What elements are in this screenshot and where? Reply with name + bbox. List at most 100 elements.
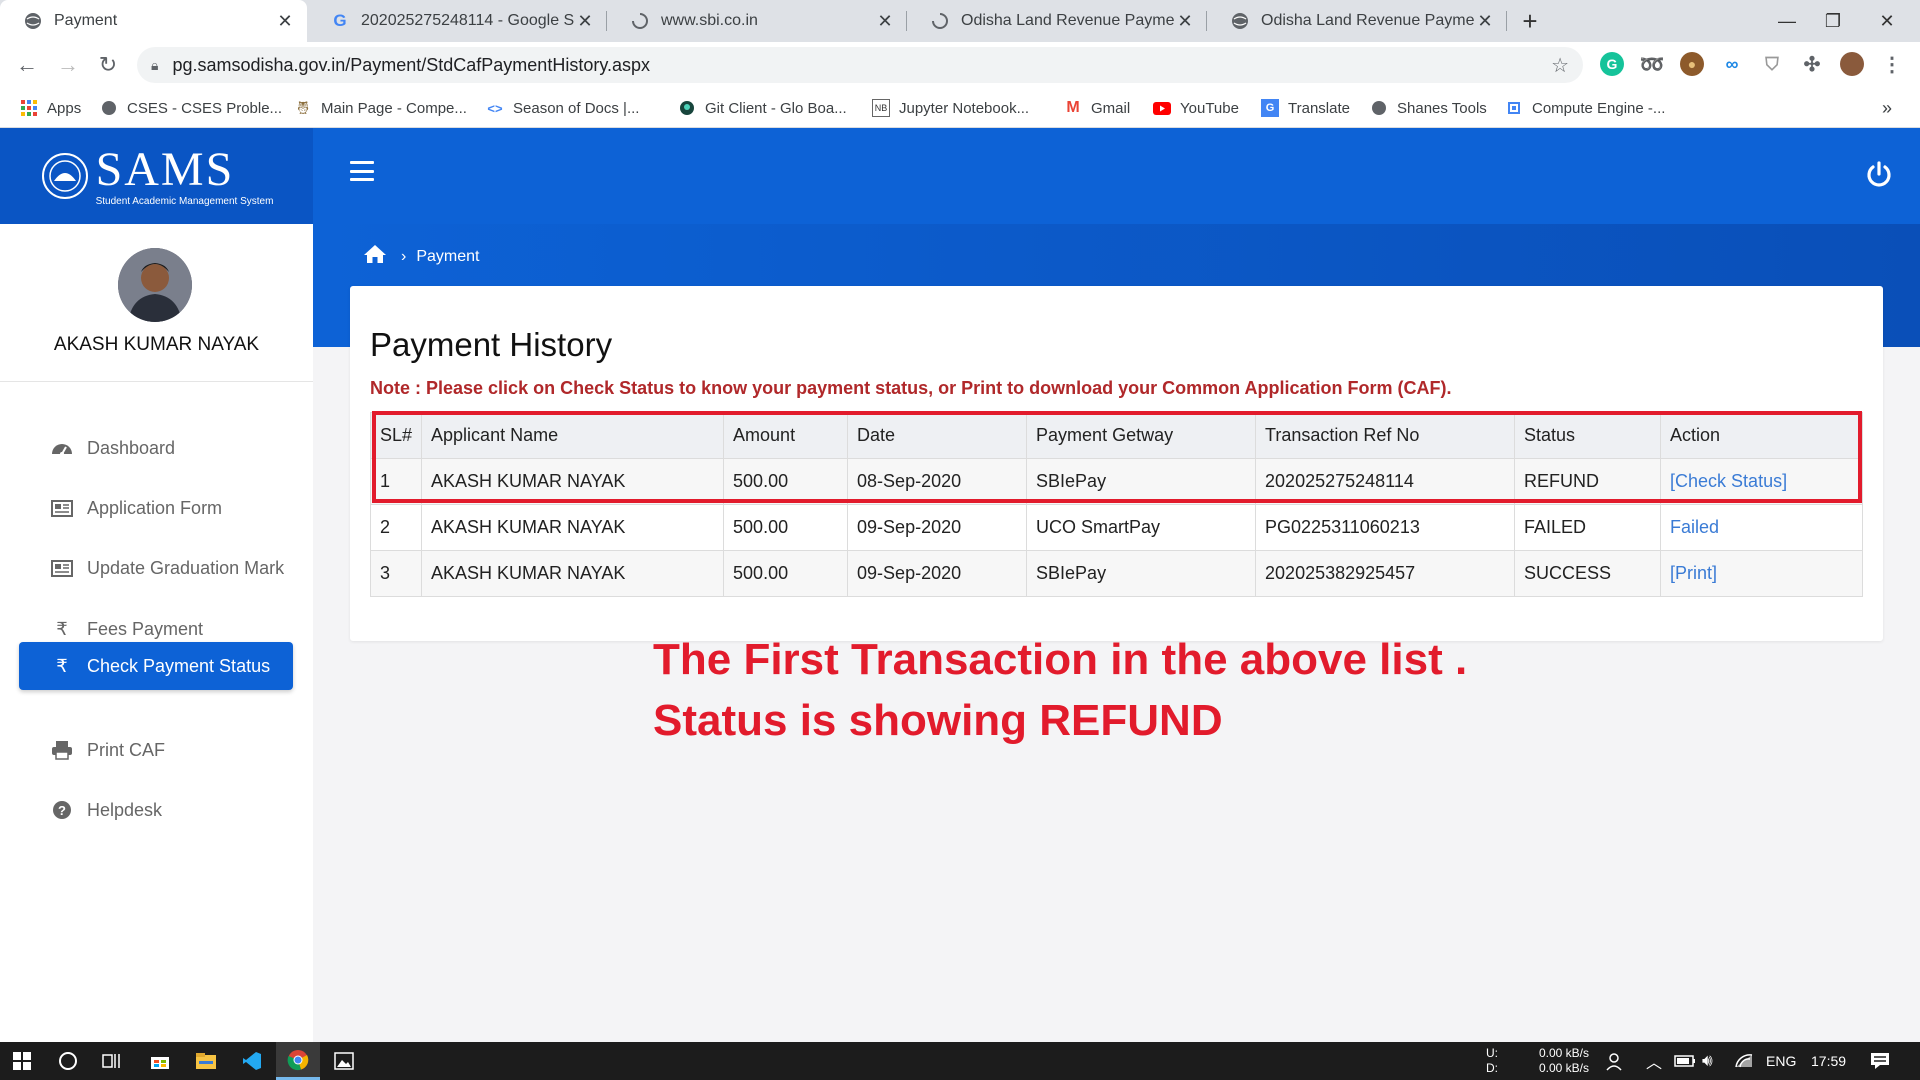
task-view-icon[interactable]: [90, 1042, 134, 1080]
reload-button[interactable]: ↻: [93, 50, 123, 80]
bookmark-label: Gmail: [1091, 99, 1131, 117]
file-explorer-icon[interactable]: [184, 1042, 228, 1080]
minimize-button[interactable]: —: [1762, 0, 1812, 42]
globe-icon: [24, 12, 42, 30]
table-row: 2 AKASH KUMAR NAYAK 500.00 09-Sep-2020 U…: [369, 504, 1863, 551]
dashboard-icon: [51, 437, 73, 459]
column-header-transaction-ref: Transaction Ref No: [1255, 412, 1516, 459]
close-tab-icon[interactable]: ✕: [875, 11, 895, 32]
url-field[interactable]: 🔒︎ pg.samsodisha.gov.in/Payment/StdCafPa…: [137, 47, 1583, 83]
battery-icon[interactable]: [1674, 1042, 1696, 1080]
new-tab-button[interactable]: +: [1505, 0, 1555, 42]
address-toolbar: ← → ↻ 🔒︎ pg.samsodisha.gov.in/Payment/St…: [0, 42, 1920, 88]
tab-payment[interactable]: Payment ✕: [0, 0, 307, 42]
grammarly-icon[interactable]: G: [1600, 52, 1624, 76]
close-tab-icon[interactable]: ✕: [575, 11, 595, 32]
bookmark-git-client[interactable]: Git Client - Glo Boa...: [678, 88, 847, 128]
column-header-applicant-name: Applicant Name: [421, 412, 725, 459]
bookmark-cses[interactable]: CSES - CSES Proble...: [100, 88, 282, 128]
close-window-button[interactable]: ✕: [1862, 0, 1912, 42]
bookmark-label: Compute Engine -...: [1532, 99, 1666, 117]
sams-logo[interactable]: SAMS Student Academic Management System: [0, 128, 313, 224]
close-tab-icon[interactable]: ✕: [275, 11, 295, 32]
profile-avatar[interactable]: [1840, 52, 1864, 76]
cell-applicant-name: AKASH KUMAR NAYAK: [421, 458, 725, 505]
bookmark-label: YouTube: [1180, 99, 1239, 117]
shield-icon[interactable]: ⛉: [1760, 52, 1784, 76]
bookmark-main-page[interactable]: 🦉︎ Main Page - Compe...: [294, 88, 467, 128]
power-icon[interactable]: [1864, 160, 1894, 190]
cell-date: 08-Sep-2020: [847, 458, 1028, 505]
menu-dots-icon[interactable]: ⋮: [1880, 52, 1904, 76]
notification-center-icon[interactable]: [1870, 1042, 1890, 1080]
sidebar-item-update-graduation-mark[interactable]: Update Graduation Mark: [19, 544, 293, 592]
download-label: D:: [1486, 1061, 1498, 1075]
breadcrumb-separator: ›: [401, 247, 407, 265]
rupee-icon: ₹: [56, 655, 68, 676]
bookmark-compute-engine[interactable]: Compute Engine -...: [1505, 88, 1665, 128]
chrome-icon[interactable]: [276, 1042, 320, 1080]
sidebar-item-label: Helpdesk: [87, 799, 163, 820]
bookmark-apps[interactable]: Apps: [20, 88, 81, 128]
print-link[interactable]: [Print]: [1660, 550, 1863, 597]
cookie-icon[interactable]: ●: [1680, 52, 1704, 76]
people-icon[interactable]: [1606, 1042, 1626, 1080]
sidebar-item-application-form[interactable]: Application Form: [19, 484, 293, 532]
note-text: Note : Please click on Check Status to k…: [370, 378, 1452, 398]
vscode-icon[interactable]: [230, 1042, 274, 1080]
tab-title: Odisha Land Revenue Payment: [1261, 12, 1475, 29]
tab-odisha-land-1[interactable]: Odisha Land Revenue Payment ✕: [907, 0, 1207, 42]
windows-start-icon[interactable]: [0, 1042, 44, 1080]
tab-google-search[interactable]: G 202025275248114 - Google Sear ✕: [307, 0, 607, 42]
sidebar-item-print-caf[interactable]: Print CAF: [19, 726, 293, 774]
wifi-icon[interactable]: [1734, 1042, 1754, 1080]
bookmarks-overflow-icon[interactable]: »: [1882, 88, 1892, 128]
globe-icon: [1231, 12, 1249, 30]
check-status-link[interactable]: [Check Status]: [1660, 458, 1863, 505]
volume-icon[interactable]: 🔊︎: [1702, 1042, 1713, 1080]
bookmark-label: CSES - CSES Proble...: [127, 99, 283, 117]
cell-status: FAILED: [1514, 504, 1662, 551]
sidebar-item-check-payment-status[interactable]: ₹ Check Payment Status: [19, 642, 293, 690]
cell-transaction-ref: PG0225311060213: [1255, 504, 1516, 551]
bookmark-translate[interactable]: G Translate: [1261, 88, 1350, 128]
back-button[interactable]: ←: [12, 50, 42, 80]
hamburger-menu-icon[interactable]: [350, 161, 374, 181]
home-icon[interactable]: [363, 244, 387, 269]
tab-sbi[interactable]: www.sbi.co.in ✕: [607, 0, 907, 42]
forward-button[interactable]: →: [53, 50, 83, 80]
bookmark-star-icon[interactable]: ☆: [1551, 53, 1569, 78]
clock[interactable]: 17:59: [1811, 1042, 1846, 1080]
column-header-sl: SL#: [369, 412, 423, 459]
notebook-icon: NB: [872, 99, 890, 117]
extension-red-icon[interactable]: ➿: [1640, 52, 1665, 76]
translate-icon: G: [1261, 99, 1279, 117]
infinity-icon[interactable]: ∞: [1720, 52, 1744, 76]
logo-text: SAMS: [95, 142, 235, 196]
sidebar: AKASH KUMAR NAYAK Dashboard Application …: [0, 224, 313, 1042]
language-indicator[interactable]: ENG: [1766, 1042, 1796, 1080]
divider: [0, 381, 313, 382]
search-circle-icon[interactable]: [46, 1042, 90, 1080]
close-tab-icon[interactable]: ✕: [1175, 11, 1195, 32]
tab-title: Odisha Land Revenue Payment: [961, 12, 1175, 29]
bookmark-jupyter[interactable]: NB Jupyter Notebook...: [872, 88, 1029, 128]
puzzle-icon[interactable]: ✣: [1800, 52, 1824, 76]
close-tab-icon[interactable]: ✕: [1475, 11, 1495, 32]
store-icon[interactable]: [138, 1042, 182, 1080]
bookmark-label: Season of Docs |...: [513, 99, 640, 117]
tab-odisha-land-2[interactable]: Odisha Land Revenue Payment ✕: [1207, 0, 1507, 42]
bookmark-shanes-tools[interactable]: Shanes Tools: [1370, 88, 1487, 128]
cell-date: 09-Sep-2020: [847, 550, 1028, 597]
restore-button[interactable]: ❐: [1808, 0, 1858, 42]
bookmark-youtube[interactable]: YouTube: [1153, 88, 1239, 128]
bookmark-gmail[interactable]: M Gmail: [1064, 88, 1130, 128]
failed-link[interactable]: Failed: [1660, 504, 1863, 551]
question-icon: ?: [51, 799, 73, 821]
sidebar-item-helpdesk[interactable]: ? Helpdesk: [19, 786, 293, 834]
tray-chevron-up-icon[interactable]: ︿: [1646, 1042, 1662, 1080]
bookmark-season-of-docs[interactable]: <> Season of Docs |...: [486, 88, 639, 128]
sidebar-item-dashboard[interactable]: Dashboard: [19, 424, 293, 472]
photos-icon[interactable]: [322, 1042, 366, 1080]
bookmark-label: Apps: [47, 99, 82, 117]
